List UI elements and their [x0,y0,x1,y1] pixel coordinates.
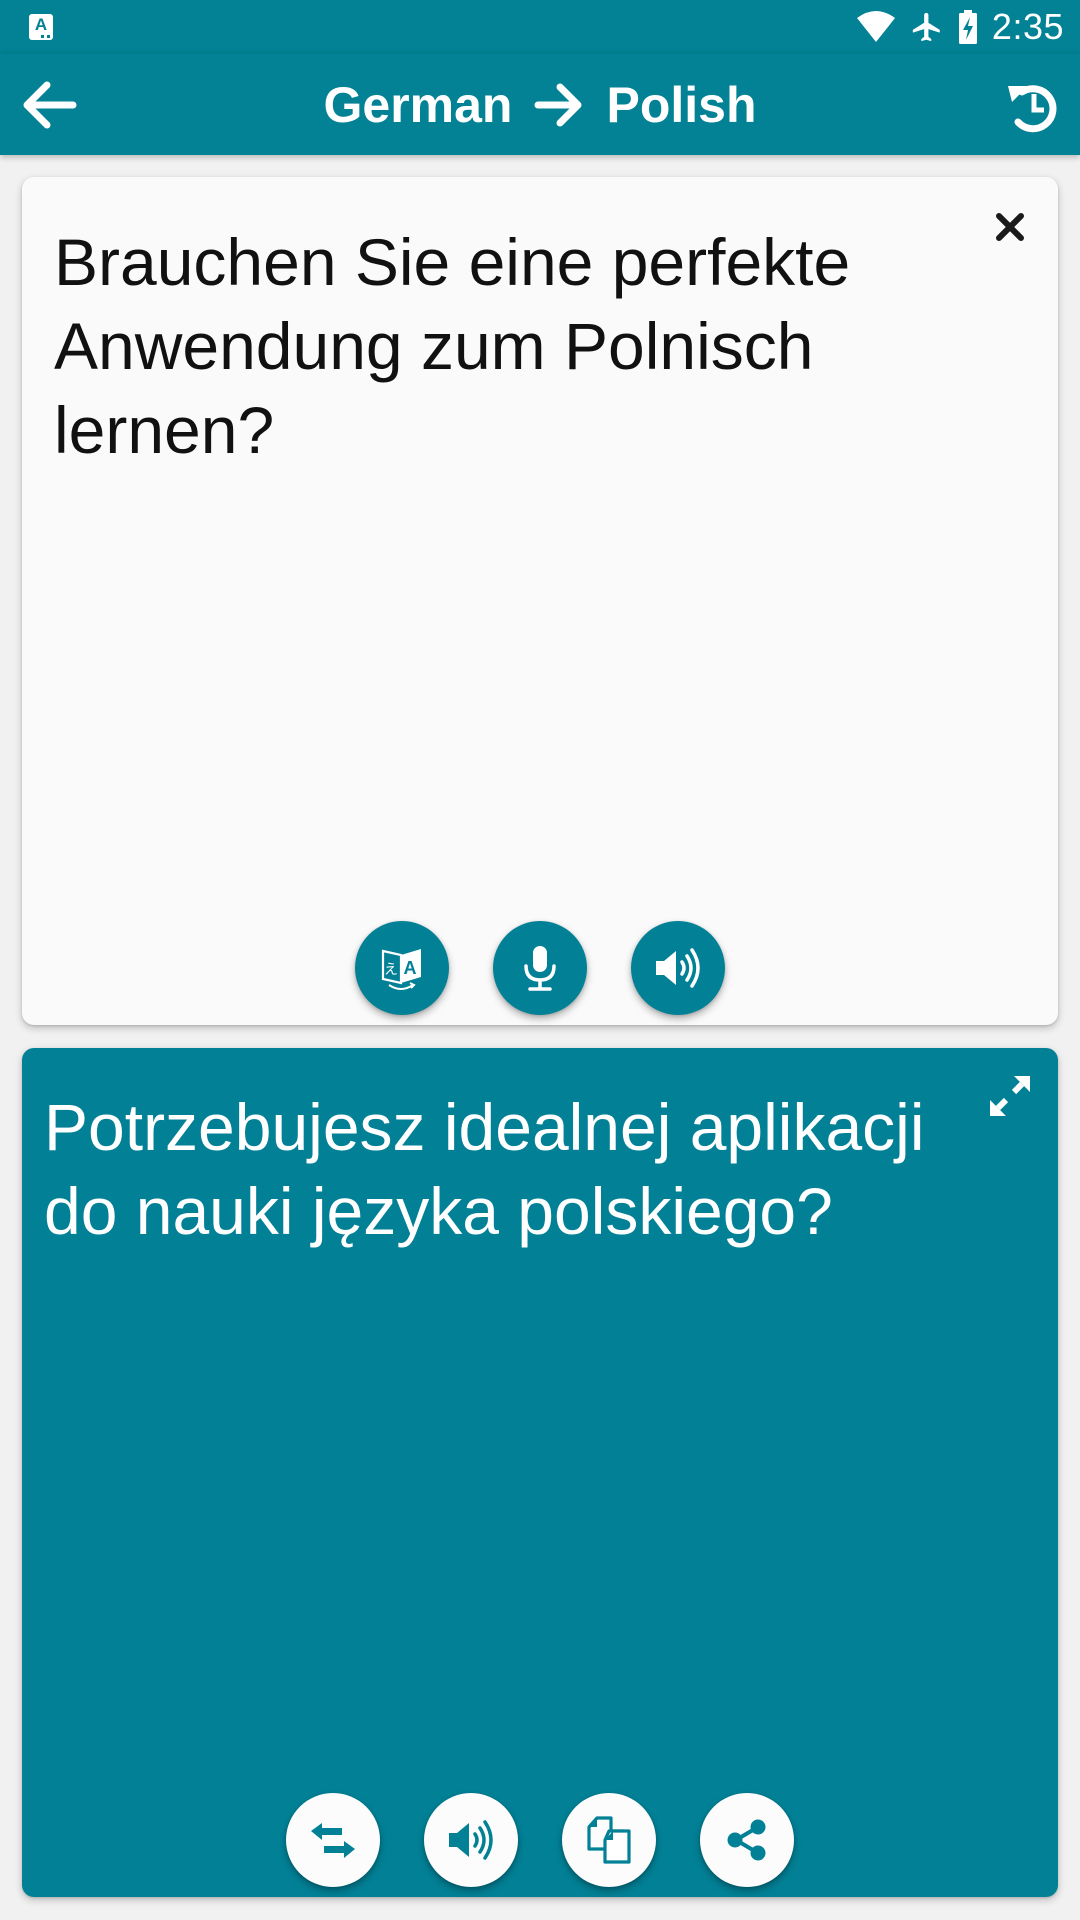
target-language-label: Polish [606,76,757,133]
share-icon [727,1819,766,1861]
speak-source-button[interactable] [631,921,725,1015]
source-card: Brauchen Sie eine perfekte Anwendung zum… [22,177,1058,1025]
volume-icon [449,1820,493,1860]
airplane-mode-icon [912,12,940,42]
translate-icon: A え [381,949,421,990]
copy-icon [587,1816,631,1864]
status-bar: A 2:35 [0,0,1080,54]
battery-charging-icon [958,10,977,44]
app-bar: German Polish [0,54,1080,155]
history-icon [1008,85,1057,133]
volume-icon [656,948,700,988]
swap-icon [311,1823,355,1858]
microphone-icon [524,946,556,991]
status-time: 2:35 [991,6,1064,47]
source-actions: A え [22,921,1058,1015]
swap-languages-button[interactable] [286,1793,380,1887]
back-button[interactable] [18,76,80,134]
source-text-input[interactable]: Brauchen Sie eine perfekte Anwendung zum… [54,220,938,472]
page-title: German Polish [0,54,1080,155]
svg-text:A: A [404,958,417,978]
close-icon [996,213,1024,241]
share-button[interactable] [700,1793,794,1887]
wifi-icon [856,11,895,42]
history-button[interactable] [1002,74,1066,138]
translate-button[interactable]: A え [355,921,449,1015]
translated-text: Potrzebujesz idealnej aplikacji do nauki… [44,1090,925,1248]
clear-button[interactable] [982,199,1038,255]
target-card: Potrzebujesz idealnej aplikacji do nauki… [22,1048,1058,1897]
source-language-label: German [323,76,513,133]
copy-button[interactable] [562,1793,656,1887]
arrow-back-icon [23,81,77,129]
svg-text:え: え [384,962,398,978]
speak-target-button[interactable] [424,1793,518,1887]
arrow-right-icon [534,82,584,128]
target-actions [22,1793,1058,1887]
microphone-button[interactable] [493,921,587,1015]
app-notification-icon: A [29,14,53,40]
fullscreen-button[interactable] [980,1066,1040,1126]
status-icons: 2:35 [856,0,1064,54]
fullscreen-icon [990,1076,1030,1116]
